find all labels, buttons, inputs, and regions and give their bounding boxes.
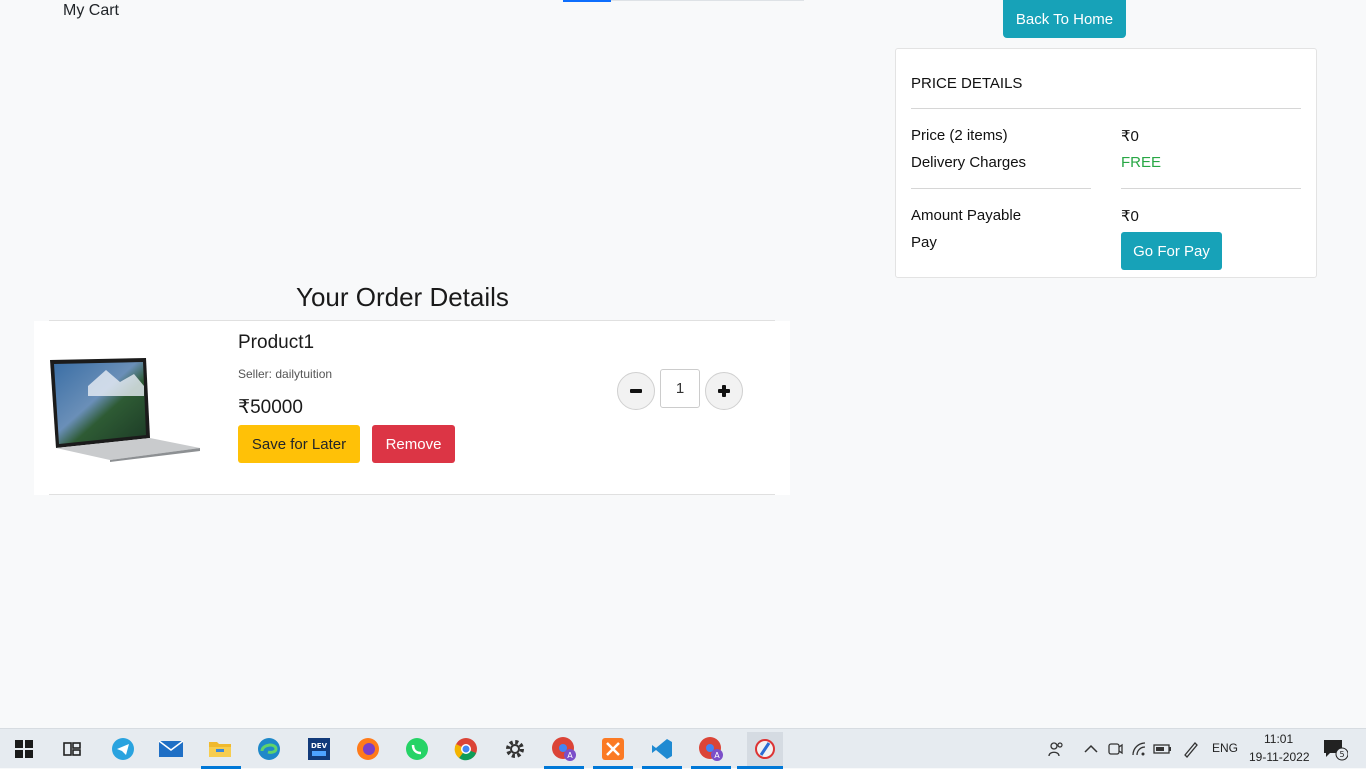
vscode-icon[interactable] [649, 736, 675, 762]
go-for-pay-button[interactable]: Go For Pay [1121, 232, 1222, 270]
chrome-profile-icon-2[interactable]: A [698, 736, 724, 762]
settings-icon[interactable] [502, 736, 528, 762]
delivery-charges-label: Delivery Charges [911, 154, 1027, 171]
divider [911, 108, 1301, 109]
xampp-icon[interactable] [600, 736, 626, 762]
telegram-icon[interactable] [110, 736, 136, 762]
edge-icon[interactable] [256, 736, 282, 762]
price-value: ₹0 [1121, 128, 1139, 145]
quantity-input[interactable] [660, 369, 700, 408]
start-icon[interactable] [11, 736, 37, 762]
pay-label: Pay [911, 234, 937, 251]
decrease-quantity-button[interactable] [617, 372, 655, 410]
order-details-title: Your Order Details [296, 282, 509, 312]
remove-button[interactable]: Remove [372, 425, 455, 463]
tab-active-indicator [563, 0, 611, 2]
dev-icon[interactable]: DEV [306, 736, 332, 762]
notification-icon[interactable]: 5 [1322, 736, 1348, 762]
taskbar: DEV A A ENG 11:01 19-11-2022 5 [0, 728, 1366, 769]
notification-count: 5 [1339, 750, 1344, 759]
meet-now-icon[interactable] [1102, 736, 1128, 762]
task-view-icon[interactable] [59, 736, 85, 762]
chrome-icon[interactable] [453, 736, 479, 762]
chevron-up-icon[interactable] [1078, 736, 1104, 762]
delivery-charges-value: FREE [1121, 154, 1162, 171]
amount-payable-label: Amount Payable [911, 207, 1022, 224]
divider [1121, 188, 1301, 189]
battery-icon[interactable] [1150, 736, 1176, 762]
amount-payable-value: ₹0 [1121, 208, 1139, 225]
price-details-title: PRICE DETAILS [911, 75, 1023, 92]
price-details-card: PRICE DETAILS Price (2 items) ₹0 Deliver… [895, 48, 1317, 278]
pen-icon[interactable] [1178, 736, 1204, 762]
plus-icon [718, 385, 730, 397]
language-indicator[interactable]: ENG [1212, 741, 1238, 755]
price-label: Price (2 items) [911, 127, 1008, 144]
product-name: Product1 [238, 332, 315, 353]
people-icon[interactable] [1043, 736, 1069, 762]
divider [49, 320, 775, 321]
firefox-icon[interactable] [355, 736, 381, 762]
my-cart-heading: My Cart [63, 2, 119, 19]
divider [911, 188, 1091, 189]
file-explorer-icon[interactable] [207, 736, 233, 762]
product-image [48, 356, 202, 467]
svg-text:DEV: DEV [311, 742, 328, 750]
save-for-later-button[interactable]: Save for Later [238, 425, 360, 463]
whatsapp-icon[interactable] [404, 736, 430, 762]
increase-quantity-button[interactable] [705, 372, 743, 410]
clock-date[interactable]: 19-11-2022 [1249, 750, 1310, 764]
chrome-profile-icon[interactable]: A [551, 736, 577, 762]
paint-icon[interactable] [747, 732, 783, 766]
minus-icon [630, 389, 642, 393]
mail-icon[interactable] [158, 736, 184, 762]
divider [49, 494, 775, 495]
back-to-home-button[interactable]: Back To Home [1003, 0, 1126, 38]
svg-text:A: A [567, 751, 573, 760]
seller-name: Seller: dailytuition [238, 367, 333, 381]
clock-time[interactable]: 11:01 [1264, 732, 1293, 746]
product-price: ₹50000 [238, 397, 303, 418]
svg-text:A: A [714, 751, 720, 760]
